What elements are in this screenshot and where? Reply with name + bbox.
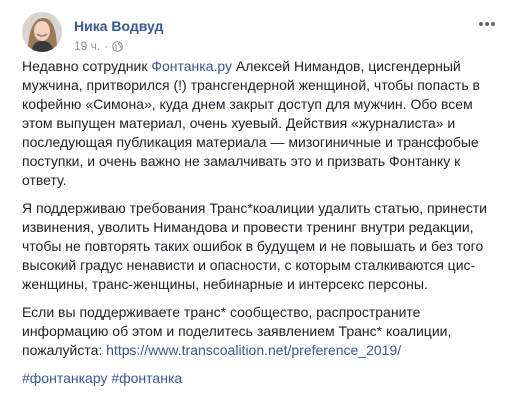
avatar-photo — [22, 12, 62, 52]
transcoalition-link[interactable]: https://www.transcoalition.net/preferenc… — [106, 342, 401, 358]
post-paragraph: Если вы поддерживаете транс* сообщество,… — [22, 303, 504, 360]
facebook-post: Ника Водвуд 19 ч. · Недавно сотрудник Фо… — [0, 0, 519, 408]
paragraph-text: Недавно сотрудник — [22, 58, 152, 74]
post-meta: 19 ч. · — [74, 39, 124, 53]
more-options-icon — [479, 22, 495, 26]
author-name[interactable]: Ника Водвуд — [74, 18, 163, 34]
globe-icon[interactable] — [112, 40, 124, 52]
hashtag-list: #фонтанкару #фонтанка — [22, 369, 504, 388]
post-body: Недавно сотрудник Фонтанка.ру Алексей Ни… — [22, 57, 504, 397]
post-header: Ника Водвуд 19 ч. · — [12, 10, 507, 62]
fontanka-link[interactable]: Фонтанка.ру — [151, 58, 232, 74]
post-paragraph: Я поддерживаю требования Транс*коалиции … — [22, 200, 487, 292]
hashtag-link[interactable]: #фонтанка — [111, 370, 182, 386]
meta-separator: · — [104, 39, 109, 53]
post-paragraph: Недавно сотрудник Фонтанка.ру Алексей Ни… — [22, 57, 504, 190]
author-avatar[interactable] — [22, 12, 62, 52]
paragraph-text: Алексей Нимандов, цисгендерный мужчина, … — [22, 58, 480, 188]
more-options-button[interactable] — [477, 16, 497, 32]
post-timestamp[interactable]: 19 ч. — [74, 39, 100, 53]
hashtag-link[interactable]: #фонтанкару — [22, 370, 107, 386]
